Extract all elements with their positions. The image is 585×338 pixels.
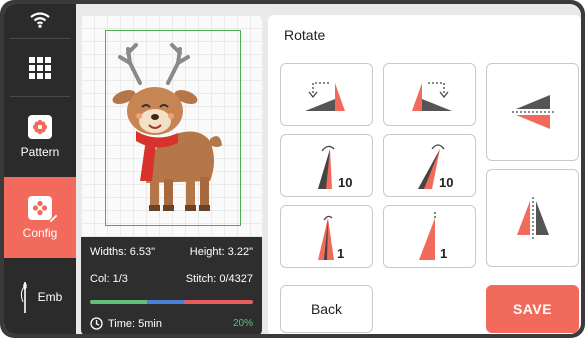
pattern-icon (28, 115, 52, 139)
rotate-right-10-button[interactable]: 10 (383, 134, 476, 197)
rotate-left-10-button[interactable]: 10 (280, 134, 373, 197)
reindeer-embroidery-image (112, 43, 222, 211)
device-frame: Pattern Config Emb Widths: 6.53" Height:… (0, 0, 585, 338)
sidebar-item-label: Config (22, 225, 58, 240)
rotate-left-10-icon (317, 145, 334, 189)
sidebar-item-config[interactable]: Config (4, 177, 76, 258)
embroidery-hoop (105, 30, 241, 226)
flip-vertical-icon (511, 95, 554, 129)
rotate-left-90-button[interactable] (280, 63, 373, 126)
color-progress-bar (90, 300, 253, 304)
wifi-icon (30, 12, 50, 28)
back-button[interactable]: Back (280, 285, 373, 333)
sidebar-item-pattern[interactable]: Pattern (4, 100, 76, 174)
time-remaining: Time: 5min (108, 317, 162, 330)
step-label: 1 (337, 246, 345, 261)
sidebar-item-label: Emb (37, 290, 63, 304)
sidebar-item-label: Pattern (20, 145, 60, 159)
rotate-panel: Rotate 10 10 1 1 Back SAVE (268, 15, 581, 334)
sidebar-item-emb[interactable]: Emb (4, 262, 76, 332)
flip-horizontal-icon (516, 197, 549, 239)
stitch-count: Stitch: 0/4327 (185, 273, 253, 285)
width-value: Widths: 6.53" (90, 246, 156, 258)
rotate-left-90-icon (304, 81, 345, 111)
step-label: 10 (338, 175, 353, 190)
flip-vertical-button[interactable] (486, 63, 579, 161)
page-title: Rotate (284, 27, 326, 43)
step-label: 10 (439, 175, 454, 190)
rotate-left-1-button[interactable]: 1 (280, 205, 373, 268)
needle-icon (20, 282, 27, 313)
flip-horizontal-button[interactable] (486, 169, 579, 267)
config-edit-icon (28, 195, 59, 224)
clock-icon (90, 317, 103, 330)
rotate-right-1-button[interactable]: 1 (383, 205, 476, 268)
grid-menu-icon (29, 57, 51, 79)
step-label: 1 (440, 246, 448, 261)
sidebar: Pattern Config Emb (4, 4, 76, 334)
pattern-preview: Widths: 6.53" Height: 3.22" Col: 1/3 Sti… (81, 15, 262, 334)
rotate-right-90-button[interactable] (383, 63, 476, 126)
height-value: Height: 3.22" (189, 246, 253, 258)
sidebar-item-home[interactable] (4, 42, 76, 94)
stitch-info-panel: Widths: 6.53" Height: 3.22" Col: 1/3 Sti… (81, 237, 262, 334)
screen: Pattern Config Emb Widths: 6.53" Height:… (4, 4, 581, 334)
save-button[interactable]: SAVE (486, 285, 579, 333)
wifi-status (4, 4, 76, 36)
rotate-right-90-icon (411, 81, 452, 111)
color-count: Col: 1/3 (90, 273, 128, 285)
progress-percent: 20% (232, 318, 253, 329)
